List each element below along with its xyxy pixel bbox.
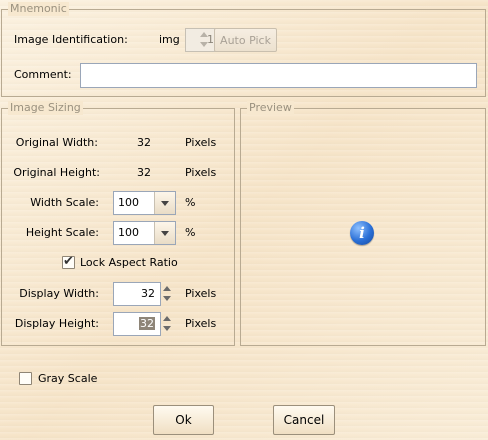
preview-legend: Preview [247, 101, 294, 115]
image-sizing-legend: Image Sizing [8, 101, 83, 115]
height-scale-value: 100 [118, 226, 139, 239]
original-height-unit: Pixels [185, 166, 217, 179]
display-height-value: 32 [139, 317, 155, 330]
display-width-label: Display Width: [19, 287, 99, 300]
height-scale-unit: % [185, 226, 196, 239]
mnemonic-legend: Mnemonic [8, 2, 69, 16]
spin-down-icon[interactable] [163, 296, 171, 301]
ok-button[interactable]: Ok [153, 405, 214, 435]
spin-up-icon[interactable] [200, 32, 208, 37]
gray-scale-label[interactable]: Gray Scale [38, 372, 97, 386]
original-width-label: Original Width: [15, 136, 98, 149]
info-icon: i [350, 221, 374, 245]
lock-aspect-checkbox[interactable]: ✔ [62, 254, 75, 269]
checkmark-icon: ✔ [63, 254, 74, 269]
spin-down-icon[interactable] [163, 326, 171, 331]
display-width-value: 32 [141, 287, 155, 300]
gray-scale-checkbox[interactable] [19, 372, 32, 385]
lock-aspect-label[interactable]: Lock Aspect Ratio [80, 256, 178, 270]
image-id-prefix: img [159, 33, 180, 46]
comment-label: Comment: [14, 68, 72, 81]
height-scale-select[interactable]: 100 [113, 221, 176, 245]
image-id-spinner[interactable] [199, 28, 210, 52]
original-width-unit: Pixels [185, 136, 217, 149]
spin-up-icon[interactable] [163, 316, 171, 321]
display-height-input[interactable]: 32 [113, 312, 161, 336]
original-height-label: Original Height: [13, 166, 100, 179]
display-height-spinner[interactable] [162, 312, 173, 336]
height-scale-label: Height Scale: [25, 226, 99, 239]
spin-down-icon[interactable] [200, 42, 208, 47]
width-scale-select[interactable]: 100 [113, 191, 176, 215]
spin-up-icon[interactable] [163, 286, 171, 291]
display-height-label: Display Height: [14, 317, 99, 330]
cancel-button[interactable]: Cancel [273, 405, 335, 435]
chevron-down-icon[interactable] [154, 192, 175, 214]
display-height-unit: Pixels [185, 317, 217, 330]
original-height-value: 32 [137, 166, 151, 179]
original-width-value: 32 [137, 136, 151, 149]
image-id-label: Image Identification: [14, 33, 128, 46]
display-width-input[interactable]: 32 [113, 282, 161, 306]
auto-pick-button[interactable]: Auto Pick [214, 28, 277, 52]
display-width-spinner[interactable] [162, 282, 173, 306]
chevron-down-icon[interactable] [154, 222, 175, 244]
display-width-unit: Pixels [185, 287, 217, 300]
comment-input[interactable] [80, 63, 477, 88]
width-scale-value: 100 [118, 196, 139, 209]
width-scale-label: Width Scale: [30, 196, 99, 209]
width-scale-unit: % [185, 196, 196, 209]
